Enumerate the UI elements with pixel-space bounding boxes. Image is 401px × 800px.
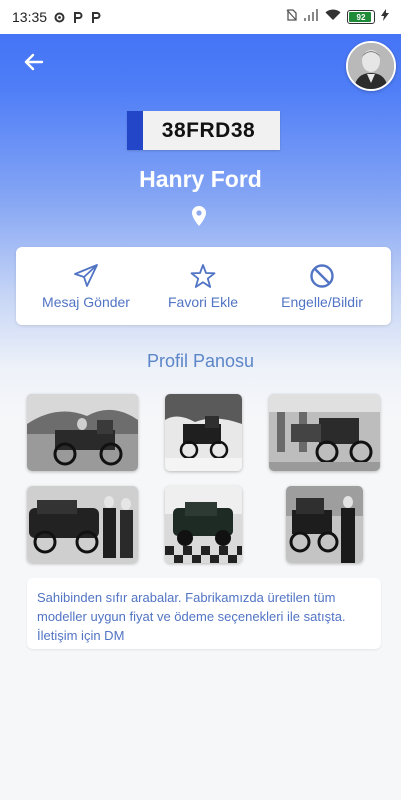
block-icon <box>310 264 334 288</box>
vintage-car-photo-3[interactable] <box>269 394 380 471</box>
vintage-car-photo-5[interactable] <box>165 486 242 563</box>
license-plate: 38FRD38 <box>127 111 280 150</box>
parking-app-icon <box>72 11 84 24</box>
add-favorite-button[interactable]: Favori Ekle <box>156 247 250 325</box>
send-message-label: Mesaj Gönder <box>42 294 130 310</box>
star-icon <box>190 264 216 288</box>
arrow-left-icon[interactable] <box>20 48 48 76</box>
map-pin-icon[interactable] <box>190 205 208 227</box>
vintage-car-photo-2[interactable] <box>165 394 242 471</box>
send-icon <box>74 264 98 287</box>
action-card: Mesaj Gönder Favori Ekle Engelle/Bildir <box>16 247 391 325</box>
battery-indicator: 92 <box>347 10 375 24</box>
status-time: 13:35 <box>12 9 48 25</box>
vintage-car-photo-1[interactable] <box>27 394 138 471</box>
plate-number: 38FRD38 <box>161 118 256 142</box>
settings-icon <box>53 11 66 24</box>
vintage-car-photo-4[interactable] <box>27 486 138 563</box>
bio-text: Sahibinden sıfır arabalar. Fabrikamızda … <box>37 590 346 643</box>
status-bar: 13:35 92 <box>0 0 401 34</box>
bio-card: Sahibinden sıfır arabalar. Fabrikamızda … <box>27 578 381 649</box>
board-title: Profil Panosu <box>146 351 255 371</box>
wifi-icon <box>325 9 341 25</box>
profile-name: Hanry Ford <box>139 166 262 192</box>
add-favorite-label: Favori Ekle <box>167 294 239 310</box>
signal-icon <box>303 9 319 25</box>
send-message-button[interactable]: Mesaj Gönder <box>38 247 134 325</box>
charging-icon <box>381 9 389 25</box>
no-sim-icon <box>286 9 297 25</box>
parking-app-icon <box>90 11 102 24</box>
vintage-car-photo-6[interactable] <box>286 486 363 563</box>
profile-avatar[interactable] <box>346 41 396 91</box>
block-report-button[interactable]: Engelle/Bildir <box>272 247 372 325</box>
block-report-label: Engelle/Bildir <box>281 294 363 310</box>
plate-country-strip <box>127 111 143 150</box>
